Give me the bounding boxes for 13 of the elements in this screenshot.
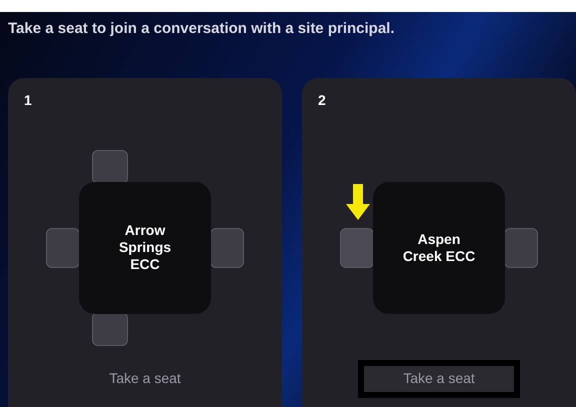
seat[interactable] — [210, 228, 244, 268]
take-seat-button[interactable]: Take a seat — [364, 366, 514, 392]
seat[interactable] — [504, 228, 538, 268]
seat[interactable] — [340, 228, 374, 268]
instruction-text: Take a seat to join a conversation with a site principal. — [8, 19, 396, 39]
take-seat-button[interactable]: Take a seat — [70, 366, 220, 392]
table-name: Aspen Creek ECC — [402, 230, 476, 264]
seat[interactable] — [92, 312, 128, 346]
seat[interactable] — [92, 150, 128, 184]
table-name: Arrow Springs ECC — [118, 222, 172, 273]
seat[interactable] — [46, 228, 80, 268]
table-number: 1 — [24, 90, 32, 110]
table-number: 2 — [318, 90, 326, 110]
